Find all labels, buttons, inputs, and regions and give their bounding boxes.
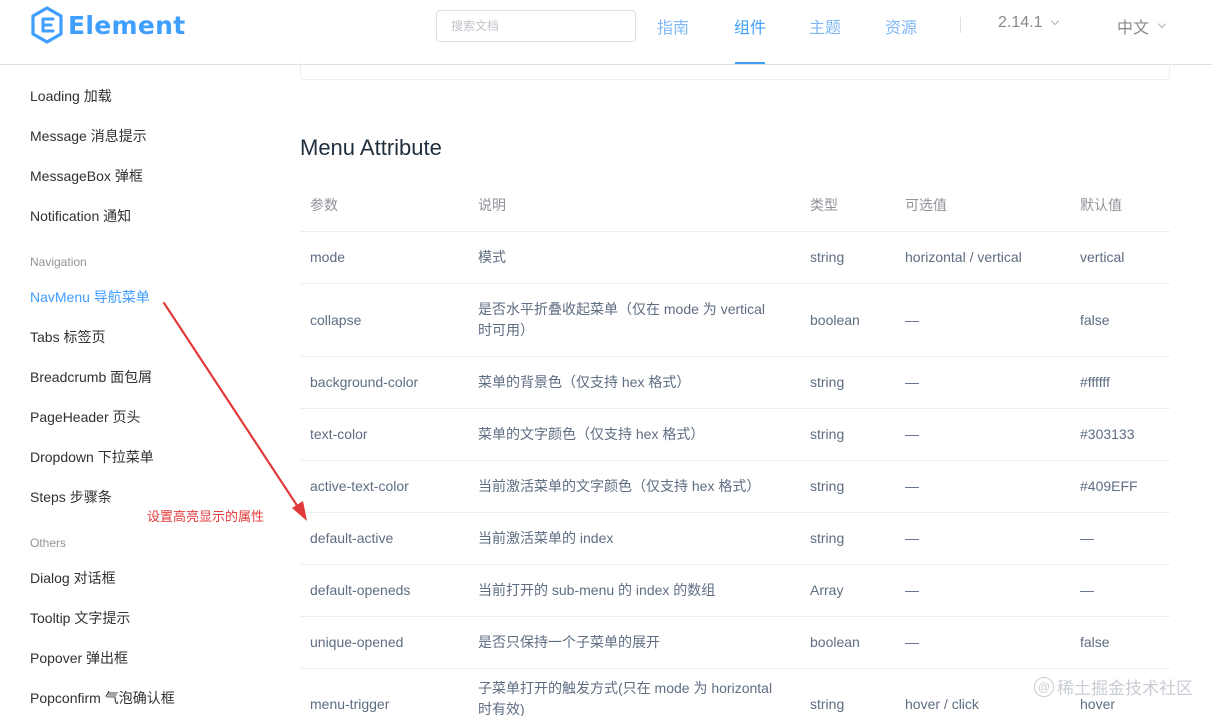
logo[interactable]: Element <box>30 6 185 44</box>
sidebar-item-message[interactable]: Message 消息提示 <box>30 126 147 146</box>
table-cell: — <box>905 374 919 390</box>
sidebar-item-messagebox[interactable]: MessageBox 弹框 <box>30 166 143 186</box>
sidebar-item-breadcrumb[interactable]: Breadcrumb 面包屑 <box>30 367 152 387</box>
table-cell: 当前打开的 sub-menu 的 index 的数组 <box>478 582 716 598</box>
table-row: default-openeds 当前打开的 sub-menu 的 index 的… <box>300 565 1170 617</box>
chevron-down-icon <box>1051 16 1060 26</box>
table-cell: string <box>810 249 845 265</box>
logo-text: Element <box>68 10 186 40</box>
table-cell: unique-opened <box>310 634 404 650</box>
section-title: Menu Attribute <box>300 135 442 160</box>
table-cell: 菜单的文字颜色（仅支持 hex 格式） <box>478 426 705 442</box>
annotation-text: 设置高亮显示的属性 <box>147 509 265 524</box>
table-cell: #409EFF <box>1080 478 1138 494</box>
table-cell: 子菜单打开的触发方式(只在 mode 为 horizontal 时有效) <box>478 680 773 716</box>
sidebar: Loading 加载 Message 消息提示 MessageBox 弹框 No… <box>0 65 280 716</box>
element-logo-icon <box>31 6 63 44</box>
table-row: active-text-color 当前激活菜单的文字颜色（仅支持 hex 格式… <box>300 461 1170 513</box>
chevron-down-icon <box>1157 19 1167 29</box>
sidebar-item-popover[interactable]: Popover 弹出框 <box>30 648 128 668</box>
table-cell: horizontal / vertical <box>905 249 1022 265</box>
table-cell: vertical <box>1080 249 1125 265</box>
nav-resource[interactable]: 资源 <box>885 14 917 38</box>
sidebar-item-tabs[interactable]: Tabs 标签页 <box>30 327 105 347</box>
table-cell: mode <box>310 249 346 265</box>
table-cell: string <box>810 426 845 442</box>
table-cell: — <box>905 311 919 328</box>
table-cell: string <box>810 695 845 712</box>
table-header-cell: 类型 <box>810 197 838 213</box>
top-header: Element 指南 组件 主题 资源 2.14.1 中文 <box>0 0 1212 64</box>
sidebar-group-navigation: Navigation <box>30 255 87 269</box>
table-cell: 是否水平折叠收起菜单（仅在 mode 为 vertical 时可用） <box>478 301 766 338</box>
table-cell: — <box>905 530 919 546</box>
demo-block <box>300 62 1170 80</box>
table-row: background-color 菜单的背景色（仅支持 hex 格式） stri… <box>300 357 1170 409</box>
nav-theme[interactable]: 主题 <box>809 14 841 38</box>
table-row: default-active 当前激活菜单的 index string — — <box>300 513 1170 565</box>
table-cell: Array <box>810 582 844 598</box>
nav-component[interactable]: 组件 <box>734 14 766 38</box>
table-cell: string <box>810 478 845 494</box>
table-cell: #303133 <box>1080 426 1135 442</box>
version-label: 2.14.1 <box>998 14 1043 31</box>
table-header-row: 参数 说明 类型 可选值 默认值 <box>300 180 1170 232</box>
table-cell: string <box>810 374 845 390</box>
table-cell: boolean <box>810 311 860 328</box>
table-cell: — <box>905 582 919 598</box>
table-cell: default-active <box>310 530 394 546</box>
attribute-table: 参数 说明 类型 可选值 默认值 mode 模式 string horizont… <box>300 180 1170 716</box>
table-cell: 模式 <box>478 249 506 265</box>
table-cell: boolean <box>810 634 860 650</box>
sidebar-item-dialog[interactable]: Dialog 对话框 <box>30 568 116 588</box>
table-cell: — <box>1080 530 1094 546</box>
table-cell: menu-trigger <box>310 695 390 712</box>
table-cell: string <box>810 530 845 546</box>
table-cell: 当前激活菜单的 index <box>478 530 614 546</box>
table-cell: — <box>1080 582 1094 598</box>
sidebar-item-dropdown[interactable]: Dropdown 下拉菜单 <box>30 447 154 467</box>
table-cell: — <box>905 426 919 442</box>
sidebar-group-others: Others <box>30 536 67 550</box>
table-cell: active-text-color <box>310 478 409 494</box>
table-header-cell: 可选值 <box>905 197 947 213</box>
sidebar-item-loading[interactable]: Loading 加载 <box>30 86 112 106</box>
version-select[interactable]: 2.14.1 <box>998 14 1060 32</box>
table-cell: background-color <box>310 374 419 390</box>
at-sign-icon: @ <box>1034 676 1054 697</box>
sidebar-item-notification[interactable]: Notification 通知 <box>30 206 131 226</box>
table-cell: text-color <box>310 426 368 442</box>
table-row: text-color 菜单的文字颜色（仅支持 hex 格式） string — … <box>300 409 1170 461</box>
table-cell: collapse <box>310 311 362 328</box>
sidebar-item-steps[interactable]: Steps 步骤条 <box>30 487 112 507</box>
table-cell: 是否只保持一个子菜单的展开 <box>478 634 660 650</box>
nav-guide[interactable]: 指南 <box>657 14 689 38</box>
table-header-cell: 说明 <box>478 197 506 213</box>
language-label: 中文 <box>1117 20 1150 37</box>
table-cell: 菜单的背景色（仅支持 hex 格式） <box>478 374 691 390</box>
table-header-cell: 默认值 <box>1080 197 1122 213</box>
table-header-cell: 参数 <box>310 197 338 213</box>
table-cell: false <box>1080 634 1110 650</box>
sidebar-item-tooltip[interactable]: Tooltip 文字提示 <box>30 608 130 628</box>
table-cell: default-openeds <box>310 582 411 598</box>
nav-divider <box>960 17 961 33</box>
table-cell: — <box>905 478 919 494</box>
table-cell: — <box>905 634 919 650</box>
table-cell: false <box>1080 311 1110 328</box>
table-row: collapse 是否水平折叠收起菜单（仅在 mode 为 vertical 时… <box>300 284 1170 357</box>
table-row: mode 模式 string horizontal / vertical ver… <box>300 232 1170 284</box>
table-row: unique-opened 是否只保持一个子菜单的展开 boolean — fa… <box>300 617 1170 669</box>
table-cell: #ffffff <box>1080 374 1110 390</box>
watermark: @ 稀土掘金技术社区 <box>1034 674 1193 699</box>
sidebar-item-pageheader[interactable]: PageHeader 页头 <box>30 407 141 427</box>
watermark-text: 稀土掘金技术社区 <box>1057 679 1193 698</box>
sidebar-item-navmenu[interactable]: NavMenu 导航菜单 <box>30 287 150 307</box>
language-select[interactable]: 中文 <box>1117 14 1167 38</box>
sidebar-item-popconfirm[interactable]: Popconfirm 气泡确认框 <box>30 688 175 708</box>
table-cell: 当前激活菜单的文字颜色（仅支持 hex 格式） <box>478 478 761 494</box>
search-input[interactable] <box>436 10 636 42</box>
